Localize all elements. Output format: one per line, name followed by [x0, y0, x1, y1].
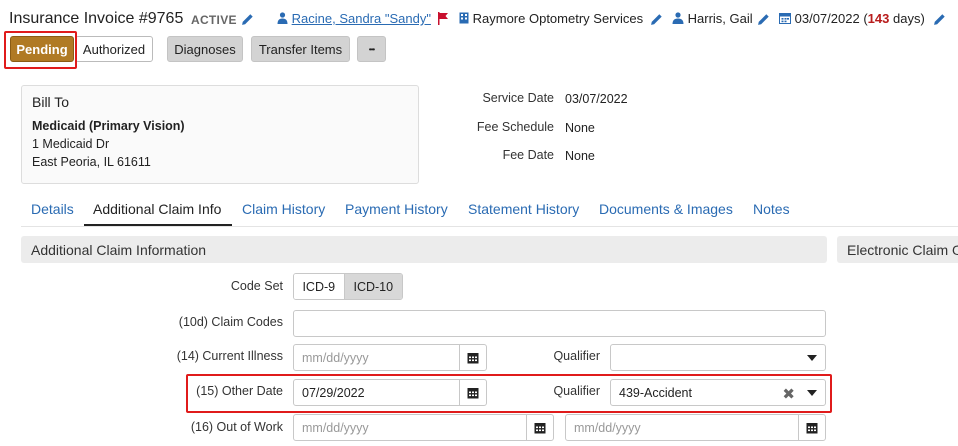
highlight-box-pending [4, 31, 77, 69]
calendar-icon[interactable] [526, 415, 553, 440]
patient-name[interactable]: Racine, Sandra "Sandy" [292, 11, 431, 26]
invoice-title: Insurance Invoice #9765 [9, 10, 184, 27]
tab-additional-claim-info[interactable]: Additional Claim Info [93, 201, 221, 217]
additional-claim-information-header: Additional Claim Information [21, 236, 827, 263]
icd9-option[interactable]: ICD-9 [294, 274, 345, 299]
invoice-date: 03/07/2022 (143 days) [779, 11, 925, 26]
days-count: 143 [867, 11, 890, 26]
practice-location: Raymore Optometry Services [459, 11, 643, 26]
tab-claim-history[interactable]: Claim History [242, 201, 325, 217]
bill-to-title: Bill To [32, 94, 70, 110]
tab-payment-history[interactable]: Payment History [345, 201, 448, 217]
calendar-icon[interactable] [798, 415, 825, 440]
edit-pencil-icon[interactable] [757, 13, 770, 26]
status-label: ACTIVE [191, 13, 237, 27]
edit-pencil-icon[interactable] [933, 13, 946, 26]
code-set-label: Code Set [230, 279, 283, 293]
code-set-toggle: ICD-9 ICD-10 [293, 273, 403, 300]
patient-link[interactable]: Racine, Sandra "Sandy" [277, 11, 431, 26]
fee-date-label: Fee Date [502, 148, 554, 162]
payer-address-line1: 1 Medicaid Dr [32, 137, 110, 151]
bill-to-card: Bill To Medicaid (Primary Vision) 1 Medi… [21, 85, 419, 184]
tab-divider [21, 226, 958, 227]
payer-name: Medicaid (Primary Vision) [32, 119, 185, 133]
provider-name: Harris, Gail [687, 11, 753, 26]
tab-notes[interactable]: Notes [753, 201, 790, 217]
provider-info: Harris, Gail [672, 11, 753, 26]
fee-schedule-label: Fee Schedule [476, 120, 554, 134]
diagnoses-button[interactable]: Diagnoses [167, 36, 243, 62]
transfer-items-button[interactable]: Transfer Items [251, 36, 350, 62]
active-tab-indicator [84, 224, 232, 226]
calendar-icon [779, 13, 791, 24]
flag-icon [438, 12, 448, 25]
chevron-down-icon [807, 355, 817, 361]
payer-address-line2: East Peoria, IL 61611 [32, 155, 151, 169]
icd10-option[interactable]: ICD-10 [344, 274, 402, 299]
out-of-work-label: (16) Out of Work [190, 420, 283, 434]
building-icon [459, 12, 469, 24]
date-value: 03/07/2022 [794, 11, 860, 26]
claim-codes-label: (10d) Claim Codes [178, 315, 283, 329]
edit-pencil-icon[interactable] [650, 13, 663, 26]
authorized-button[interactable]: Authorized [75, 36, 153, 62]
fee-schedule-value: None [565, 121, 595, 135]
qualifier-14-select[interactable] [610, 344, 826, 371]
provider-icon [672, 12, 684, 24]
out-of-work-from-input[interactable]: mm/dd/yyyy [293, 414, 554, 441]
electronic-claim-options-header: Electronic Claim Options [837, 236, 958, 263]
claim-codes-input[interactable] [293, 310, 826, 337]
service-date-label: Service Date [482, 91, 554, 105]
highlight-box-other-date [186, 374, 832, 413]
current-illness-date-input[interactable]: mm/dd/yyyy [293, 344, 487, 371]
qualifier-label-14: Qualifier [553, 349, 600, 363]
tab-details[interactable]: Details [31, 201, 74, 217]
person-icon [277, 12, 288, 24]
current-illness-label: (14) Current Illness [176, 349, 283, 363]
calendar-icon[interactable] [459, 345, 486, 370]
tab-statement-history[interactable]: Statement History [468, 201, 579, 217]
practice-name: Raymore Optometry Services [472, 11, 644, 26]
tab-documents-images[interactable]: Documents & Images [599, 201, 733, 217]
fee-date-value: None [565, 149, 595, 163]
out-of-work-to-input[interactable]: mm/dd/yyyy [565, 414, 826, 441]
more-options-button[interactable]: ••• [357, 36, 386, 62]
edit-pencil-icon[interactable] [241, 13, 254, 26]
service-date-value: 03/07/2022 [565, 92, 628, 106]
